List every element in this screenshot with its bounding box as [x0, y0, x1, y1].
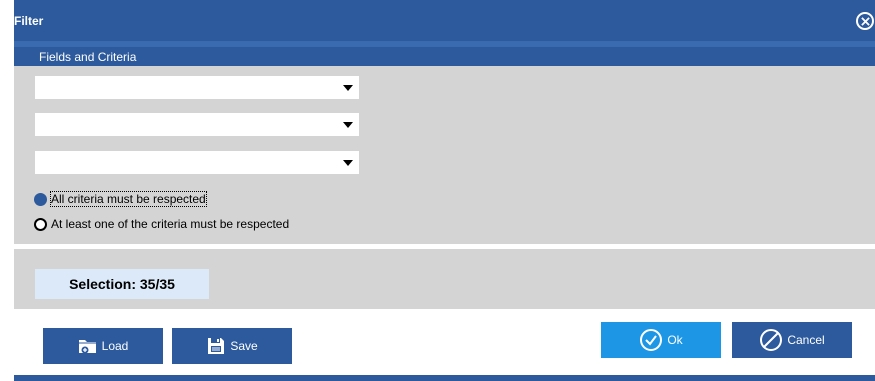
load-button-label: Load [101, 339, 129, 353]
criteria-panel: All criteria must be respected At least … [14, 66, 875, 244]
ok-button[interactable]: Ok [601, 322, 721, 358]
folder-open-icon [78, 337, 98, 355]
check-circle-icon [639, 328, 663, 352]
radio-any-criteria[interactable]: At least one of the criteria must be res… [34, 217, 289, 231]
save-button-label: Save [230, 339, 258, 353]
chevron-down-icon [343, 122, 353, 128]
criteria-dropdown-3[interactable] [35, 151, 359, 174]
radio-all-criteria[interactable]: All criteria must be respected [34, 191, 207, 207]
title-bar: Filter [14, 0, 875, 41]
chevron-down-icon [343, 85, 353, 91]
criteria-dropdown-1[interactable] [35, 76, 359, 99]
floppy-disk-icon [206, 336, 226, 356]
cancel-button-label: Cancel [787, 333, 825, 347]
window-bottom-border [14, 375, 875, 381]
ok-button-label: Ok [667, 333, 683, 347]
button-bar: Load Save Ok Cancel [14, 309, 875, 375]
section-header: Fields and Criteria [14, 47, 875, 66]
close-button[interactable] [856, 12, 874, 30]
radio-any-criteria-indicator[interactable] [34, 217, 47, 231]
dialog-title: Filter [14, 14, 44, 28]
cancel-button[interactable]: Cancel [732, 322, 852, 358]
radio-all-criteria-label: All criteria must be respected [50, 191, 207, 207]
radio-all-criteria-indicator[interactable] [34, 192, 47, 206]
selection-panel: Selection: 35/35 [14, 249, 875, 309]
criteria-dropdown-2[interactable] [35, 113, 359, 136]
load-button[interactable]: Load [43, 328, 163, 364]
save-button[interactable]: Save [172, 328, 292, 364]
chevron-down-icon [343, 160, 353, 166]
selection-count: Selection: 35/35 [35, 269, 209, 299]
prohibit-icon [759, 328, 783, 352]
close-icon [860, 16, 870, 26]
filter-dialog: Filter Fields and Criteria All criteria … [14, 0, 875, 381]
section-header-label: Fields and Criteria [39, 50, 137, 64]
radio-any-criteria-label: At least one of the criteria must be res… [51, 217, 290, 231]
